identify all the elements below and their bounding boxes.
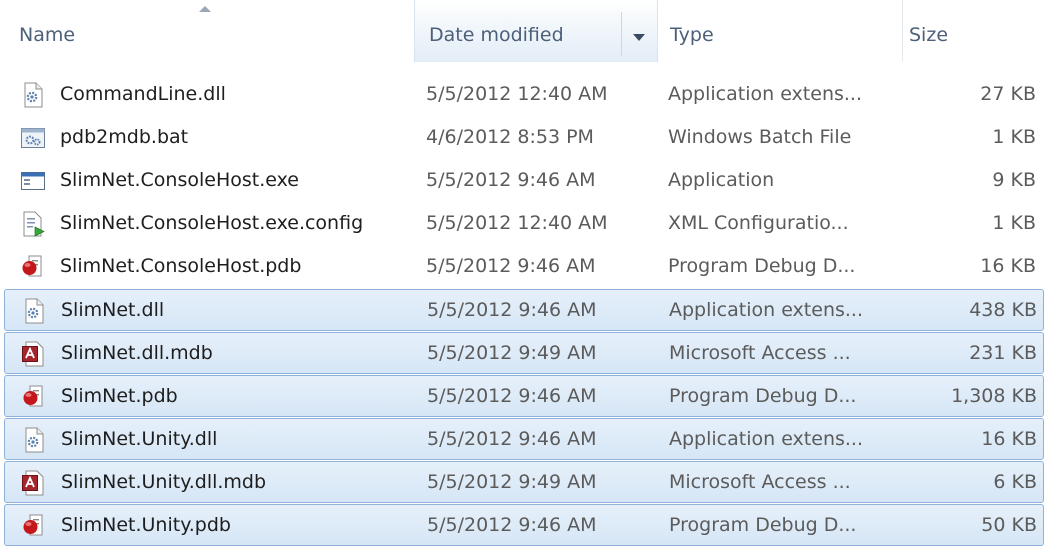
file-size: 1 KB — [992, 212, 1036, 234]
file-type: Application extens... — [668, 83, 862, 105]
file-size: 16 KB — [981, 428, 1037, 450]
file-row-10[interactable]: SlimNet.Unity.pdb 5/5/2012 9:46 AM Progr… — [4, 504, 1044, 546]
dll-gear-icon — [21, 427, 47, 453]
file-date-modified: 5/5/2012 9:49 AM — [427, 342, 597, 364]
file-date-modified: 5/5/2012 9:49 AM — [427, 471, 597, 493]
file-type: XML Configuratio... — [668, 212, 849, 234]
file-date-modified: 5/5/2012 9:46 AM — [426, 255, 596, 277]
pdb-red-ball-icon — [21, 384, 47, 410]
column-header-name-label: Name — [19, 24, 76, 46]
column-filter-dropdown-button[interactable] — [621, 12, 656, 56]
file-size: 6 KB — [993, 471, 1037, 493]
file-row-6[interactable]: SlimNet.dll.mdb 5/5/2012 9:49 AM Microso… — [4, 332, 1044, 374]
file-date-modified: 5/5/2012 9:46 AM — [426, 169, 596, 191]
column-header-name[interactable]: Name — [0, 0, 414, 62]
file-type: Windows Batch File — [668, 126, 852, 148]
column-header-date-label: Date modified — [429, 24, 564, 46]
file-date-modified: 5/5/2012 9:46 AM — [427, 514, 597, 536]
file-type: Program Debug D... — [668, 255, 856, 277]
chevron-down-icon — [633, 33, 645, 41]
dll-gear-icon — [21, 298, 47, 324]
file-type: Program Debug D... — [669, 514, 857, 536]
file-name: CommandLine.dll — [60, 83, 226, 105]
file-size: 50 KB — [981, 514, 1037, 536]
file-name: SlimNet.ConsoleHost.pdb — [60, 255, 302, 277]
file-name: SlimNet.dll.mdb — [61, 342, 213, 364]
access-mdb-icon — [21, 470, 47, 496]
file-name: SlimNet.Unity.pdb — [61, 514, 231, 536]
file-date-modified: 5/5/2012 12:40 AM — [426, 212, 608, 234]
dll-gear-icon — [20, 82, 46, 108]
file-list-view: Name Date modified Type Size CommandLine… — [0, 0, 1048, 546]
file-name: SlimNet.Unity.dll — [61, 428, 218, 450]
batch-file-icon — [20, 125, 46, 151]
file-row-4[interactable]: SlimNet.ConsoleHost.pdb 5/5/2012 9:46 AM… — [0, 246, 1048, 288]
file-name: SlimNet.dll — [61, 299, 165, 321]
file-date-modified: 4/6/2012 8:53 PM — [426, 126, 594, 148]
file-size: 27 KB — [980, 83, 1036, 105]
file-size: 231 KB — [969, 342, 1037, 364]
file-date-modified: 5/5/2012 9:46 AM — [427, 385, 597, 407]
file-row-5[interactable]: SlimNet.dll 5/5/2012 9:46 AM Application… — [4, 289, 1044, 331]
pdb-red-ball-icon — [21, 513, 47, 539]
file-size: 9 KB — [992, 169, 1036, 191]
access-mdb-icon — [21, 341, 47, 367]
file-row-3[interactable]: SlimNet.ConsoleHost.exe.config 5/5/2012 … — [0, 203, 1048, 245]
file-row-7[interactable]: SlimNet.pdb 5/5/2012 9:46 AM Program Deb… — [4, 375, 1044, 417]
column-header-bar: Name Date modified Type Size — [0, 0, 1048, 62]
file-name: SlimNet.ConsoleHost.exe — [60, 169, 299, 191]
file-type: Application extens... — [669, 428, 863, 450]
file-size: 16 KB — [980, 255, 1036, 277]
column-header-size[interactable]: Size — [903, 0, 1048, 62]
file-rows: CommandLine.dll 5/5/2012 12:40 AM Applic… — [0, 74, 1048, 547]
sort-ascending-icon — [199, 6, 211, 12]
column-header-type[interactable]: Type — [658, 0, 903, 62]
file-name: SlimNet.pdb — [61, 385, 178, 407]
file-name: SlimNet.ConsoleHost.exe.config — [60, 212, 364, 234]
file-name: SlimNet.Unity.dll.mdb — [61, 471, 267, 493]
file-size: 1,308 KB — [951, 385, 1037, 407]
file-date-modified: 5/5/2012 9:46 AM — [427, 299, 597, 321]
file-row-0[interactable]: CommandLine.dll 5/5/2012 12:40 AM Applic… — [0, 74, 1048, 116]
file-date-modified: 5/5/2012 9:46 AM — [427, 428, 597, 450]
file-type: Microsoft Access ... — [669, 471, 851, 493]
application-window-icon — [20, 168, 46, 194]
column-header-type-label: Type — [670, 24, 714, 46]
file-size: 1 KB — [992, 126, 1036, 148]
file-row-2[interactable]: SlimNet.ConsoleHost.exe 5/5/2012 9:46 AM… — [0, 160, 1048, 202]
file-row-1[interactable]: pdb2mdb.bat 4/6/2012 8:53 PM Windows Bat… — [0, 117, 1048, 159]
file-type: Application — [668, 169, 775, 191]
config-file-icon — [20, 211, 46, 237]
file-date-modified: 5/5/2012 12:40 AM — [426, 83, 608, 105]
file-type: Microsoft Access ... — [669, 342, 851, 364]
file-size: 438 KB — [969, 299, 1037, 321]
file-row-9[interactable]: SlimNet.Unity.dll.mdb 5/5/2012 9:49 AM M… — [4, 461, 1044, 503]
file-type: Program Debug D... — [669, 385, 857, 407]
file-type: Application extens... — [669, 299, 863, 321]
file-row-8[interactable]: SlimNet.Unity.dll 5/5/2012 9:46 AM Appli… — [4, 418, 1044, 460]
pdb-red-ball-icon — [20, 254, 46, 280]
file-name: pdb2mdb.bat — [60, 126, 189, 148]
column-header-size-label: Size — [909, 24, 949, 46]
